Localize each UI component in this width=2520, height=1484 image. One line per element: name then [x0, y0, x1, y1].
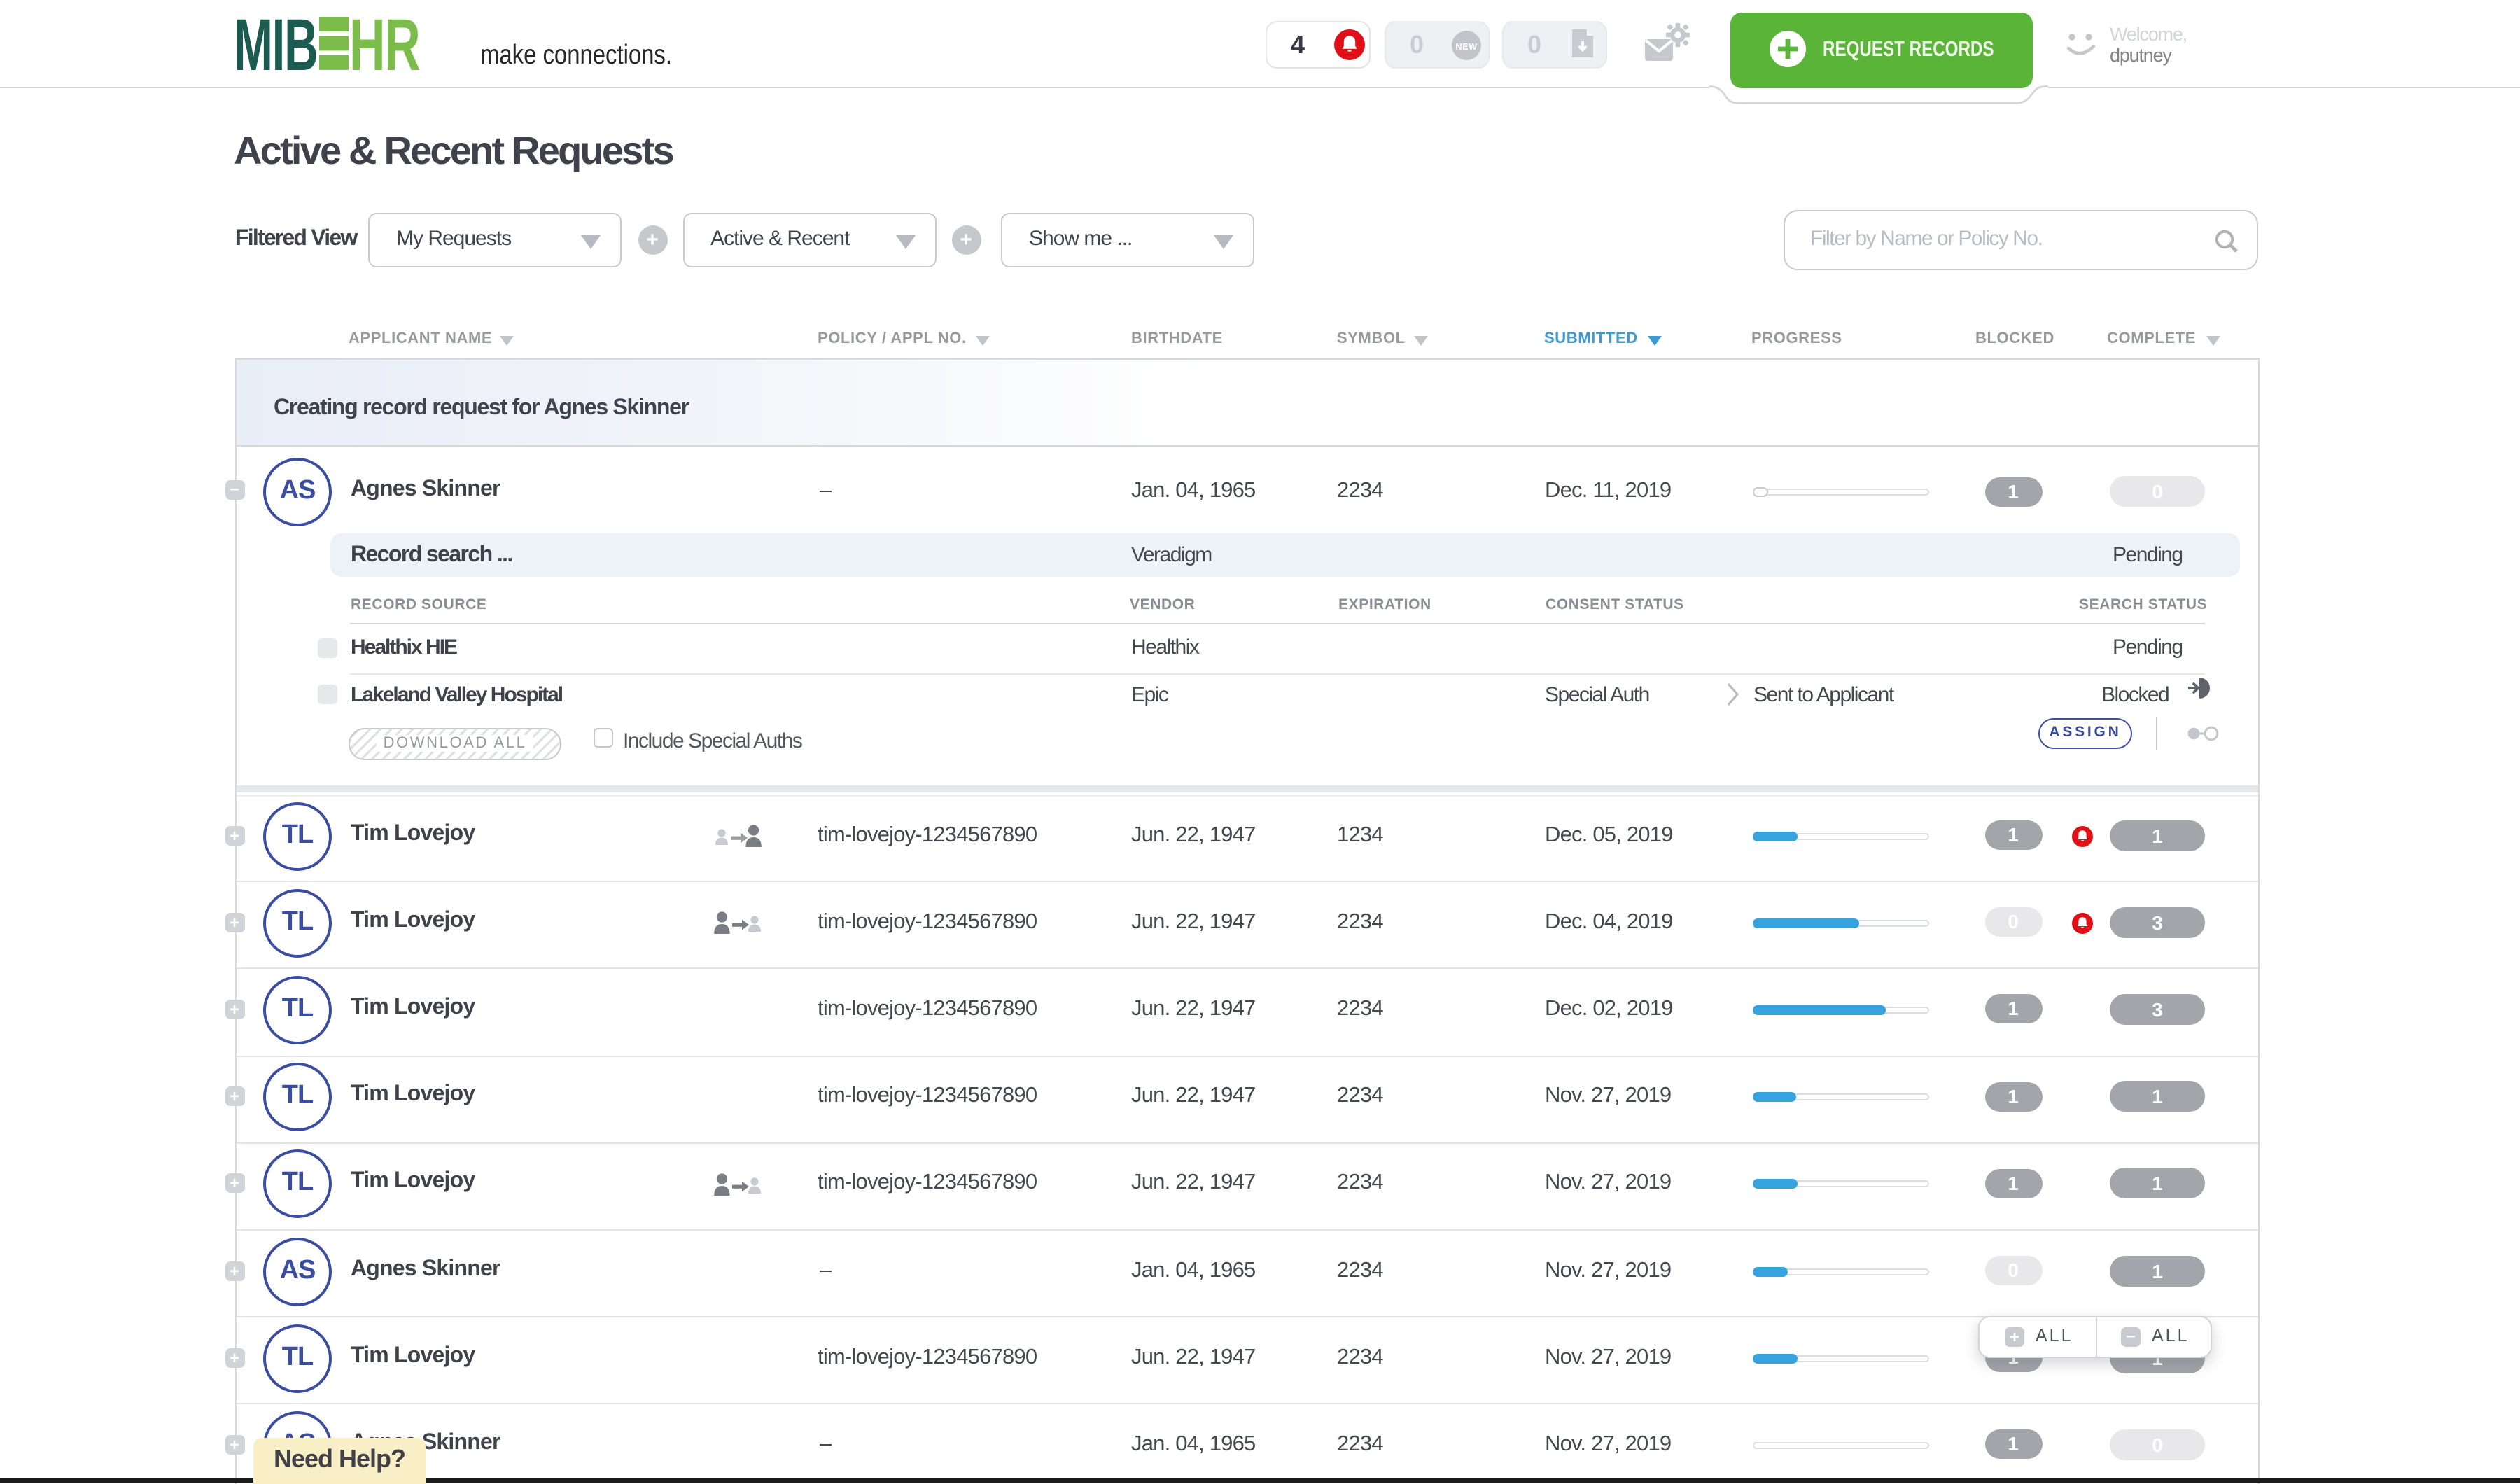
svg-text:HR: HR — [349, 4, 419, 86]
svg-text:make connections.: make connections. — [480, 40, 672, 70]
svg-text:NEW: NEW — [1455, 42, 1477, 52]
svg-text:MIB: MIB — [234, 4, 317, 86]
